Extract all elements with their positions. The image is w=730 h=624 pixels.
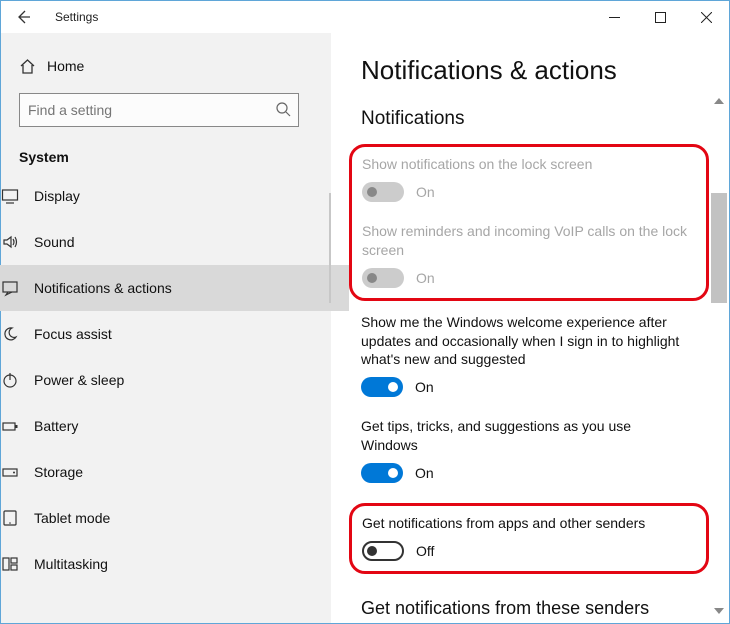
storage-icon (1, 463, 34, 481)
close-icon (701, 12, 712, 23)
page-title: Notifications & actions (361, 55, 713, 86)
chevron-down-icon (714, 608, 724, 614)
minimize-icon (609, 12, 620, 23)
setting-app-notifications: Get notifications from apps and other se… (362, 514, 696, 561)
sidebar-item-label: Battery (34, 418, 78, 434)
sidebar-item-label: Power & sleep (34, 372, 124, 388)
highlight-box-1: Show notifications on the lock screen On… (349, 144, 709, 301)
nav-list: Display Sound Notifications & actions Fo… (0, 173, 349, 587)
home-nav[interactable]: Home (19, 45, 313, 87)
setting-label: Show notifications on the lock screen (362, 155, 692, 174)
sidebar-item-storage[interactable]: Storage (0, 449, 349, 495)
home-icon (19, 58, 47, 75)
senders-heading: Get notifications from these senders (361, 598, 713, 619)
titlebar: Settings (1, 1, 729, 33)
setting-voip-lock-screen: Show reminders and incoming VoIP calls o… (362, 222, 696, 288)
close-button[interactable] (683, 1, 729, 33)
setting-label: Show me the Windows welcome experience a… (361, 313, 691, 370)
setting-welcome-experience: Show me the Windows welcome experience a… (361, 313, 713, 398)
window-title: Settings (55, 10, 98, 24)
sidebar-item-label: Focus assist (34, 326, 112, 342)
home-label: Home (47, 58, 84, 74)
scroll-down-button[interactable] (713, 605, 725, 617)
category-title: System (19, 149, 313, 165)
focus-assist-icon (1, 325, 34, 343)
tablet-icon (1, 509, 34, 527)
sidebar-item-power-sleep[interactable]: Power & sleep (0, 357, 349, 403)
window-buttons (591, 1, 729, 33)
sidebar-item-battery[interactable]: Battery (0, 403, 349, 449)
toggle-welcome-experience[interactable] (361, 377, 403, 397)
toggle-voip-lock-screen (362, 268, 404, 288)
sidebar-item-tablet-mode[interactable]: Tablet mode (0, 495, 349, 541)
chevron-up-icon (714, 98, 724, 104)
multitasking-icon (1, 555, 34, 573)
scroll-up-button[interactable] (713, 95, 725, 107)
main-content: Notifications & actions Notifications Sh… (331, 33, 729, 623)
setting-label: Show reminders and incoming VoIP calls o… (362, 222, 692, 260)
notifications-icon (1, 279, 34, 297)
toggle-state: On (416, 270, 435, 286)
arrow-left-icon (15, 9, 31, 25)
setting-label: Get notifications from apps and other se… (362, 514, 692, 533)
toggle-state: On (415, 379, 434, 395)
sidebar-item-label: Sound (34, 234, 74, 250)
sidebar-item-label: Display (34, 188, 80, 204)
sidebar-item-label: Tablet mode (34, 510, 110, 526)
back-button[interactable] (15, 9, 37, 25)
sidebar-item-label: Storage (34, 464, 83, 480)
maximize-icon (655, 12, 666, 23)
scroll-thumb[interactable] (711, 193, 727, 303)
toggle-app-notifications[interactable] (362, 541, 404, 561)
highlight-box-2: Get notifications from apps and other se… (349, 503, 709, 574)
toggle-state: Off (416, 543, 434, 559)
toggle-state: On (415, 465, 434, 481)
sidebar-item-label: Multitasking (34, 556, 108, 572)
sidebar: Home System Display Sound Notification (1, 33, 331, 623)
sidebar-item-notifications[interactable]: Notifications & actions (0, 265, 349, 311)
minimize-button[interactable] (591, 1, 637, 33)
sidebar-item-focus-assist[interactable]: Focus assist (0, 311, 349, 357)
sound-icon (1, 233, 34, 251)
toggle-tips-tricks[interactable] (361, 463, 403, 483)
search-container (19, 93, 313, 127)
sidebar-item-label: Notifications & actions (34, 280, 172, 296)
search-input[interactable] (19, 93, 299, 127)
setting-tips-tricks: Get tips, tricks, and suggestions as you… (361, 417, 713, 483)
power-icon (1, 371, 34, 389)
setting-lock-screen-notifications: Show notifications on the lock screen On (362, 155, 696, 202)
sidebar-item-display[interactable]: Display (0, 173, 349, 219)
main-scrollbar (711, 93, 727, 619)
display-icon (1, 187, 34, 205)
toggle-state: On (416, 184, 435, 200)
battery-icon (1, 417, 34, 435)
maximize-button[interactable] (637, 1, 683, 33)
setting-label: Get tips, tricks, and suggestions as you… (361, 417, 691, 455)
toggle-lock-screen-notifications (362, 182, 404, 202)
sidebar-item-multitasking[interactable]: Multitasking (0, 541, 349, 587)
sidebar-item-sound[interactable]: Sound (0, 219, 349, 265)
section-title: Notifications (361, 108, 713, 130)
